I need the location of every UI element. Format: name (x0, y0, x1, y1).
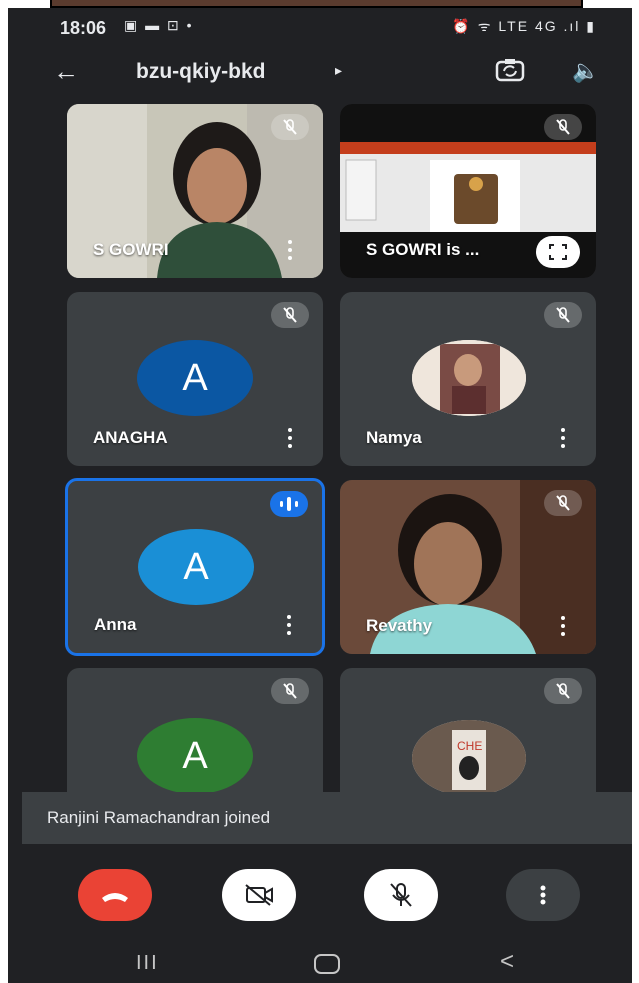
signal-battery-icons: ⏰ ᯤ LTE 4G .ıl ▮ (452, 18, 596, 34)
phone-screen: 18:06 ▣ ▬ ⊡ • ⏰ ᯤ LTE 4G .ıl ▮ ← bzu-qki… (8, 8, 632, 983)
mic-off-icon (390, 883, 412, 907)
participant-joined-toast: Ranjini Ramachandran joined (22, 792, 632, 844)
mic-muted-icon (271, 302, 309, 328)
more-options-icon[interactable] (560, 616, 566, 636)
svg-text:CHE: CHE (457, 739, 482, 753)
avatar: A (137, 718, 253, 794)
more-options-icon[interactable] (560, 428, 566, 448)
meeting-app-bar: ← bzu-qkiy-bkd ▸ 🔈 (8, 50, 632, 94)
hang-up-icon (102, 893, 128, 902)
mic-muted-icon (271, 114, 309, 140)
fullscreen-icon[interactable] (536, 236, 580, 268)
meeting-details-caret-icon[interactable]: ▸ (335, 62, 342, 79)
profile-photo (412, 340, 526, 416)
mic-muted-icon (544, 302, 582, 328)
participant-tile-revathy[interactable]: Revathy (340, 480, 596, 654)
photo-frame-top (50, 0, 583, 8)
notification-icons: ▣ ▬ ⊡ • (124, 17, 194, 33)
participant-name: Revathy (366, 616, 433, 635)
mic-muted-icon (544, 490, 582, 516)
more-vert-icon (540, 885, 546, 905)
camera-toggle-button[interactable] (222, 869, 296, 921)
participant-tile-s-gowri[interactable]: S GOWRI (67, 104, 323, 278)
speaking-indicator-icon (270, 491, 308, 517)
switch-camera-icon[interactable] (494, 56, 526, 84)
android-nav-bar: III < (8, 948, 632, 983)
participant-tile-anagha[interactable]: A ANAGHA (67, 292, 323, 466)
more-options-icon[interactable] (287, 240, 293, 260)
mic-muted-icon (271, 678, 309, 704)
microphone-toggle-button[interactable] (364, 869, 438, 921)
avatar: A (137, 340, 253, 416)
profile-photo: CHE (412, 720, 526, 796)
participant-tile-presentation[interactable]: S GOWRI is ... (340, 104, 596, 278)
more-options-icon[interactable] (286, 615, 292, 635)
back-icon[interactable]: < (500, 948, 514, 976)
camera-off-icon (245, 884, 273, 906)
mic-muted-icon (544, 678, 582, 704)
speaker-icon[interactable]: 🔈 (572, 58, 599, 84)
participant-name: Anna (94, 615, 137, 634)
participant-name: Namya (366, 428, 422, 447)
back-arrow-icon[interactable]: ← (53, 56, 79, 87)
recents-icon[interactable]: III (136, 952, 159, 975)
participant-name: ANAGHA (93, 428, 168, 447)
more-options-button[interactable] (506, 869, 580, 921)
end-call-button[interactable] (78, 869, 152, 921)
avatar: A (138, 529, 254, 605)
participant-tile-anna[interactable]: A Anna (65, 478, 325, 656)
participant-name: S GOWRI (93, 240, 169, 259)
meeting-code-title[interactable]: bzu-qkiy-bkd (136, 60, 266, 84)
status-bar: 18:06 ▣ ▬ ⊡ • ⏰ ᯤ LTE 4G .ıl ▮ (8, 8, 632, 42)
participant-name: S GOWRI is ... (366, 240, 480, 259)
status-time: 18:06 (60, 18, 107, 38)
home-icon[interactable] (314, 954, 340, 974)
more-options-icon[interactable] (287, 428, 293, 448)
mic-muted-icon (544, 114, 582, 140)
participant-tile-namya[interactable]: Namya (340, 292, 596, 466)
